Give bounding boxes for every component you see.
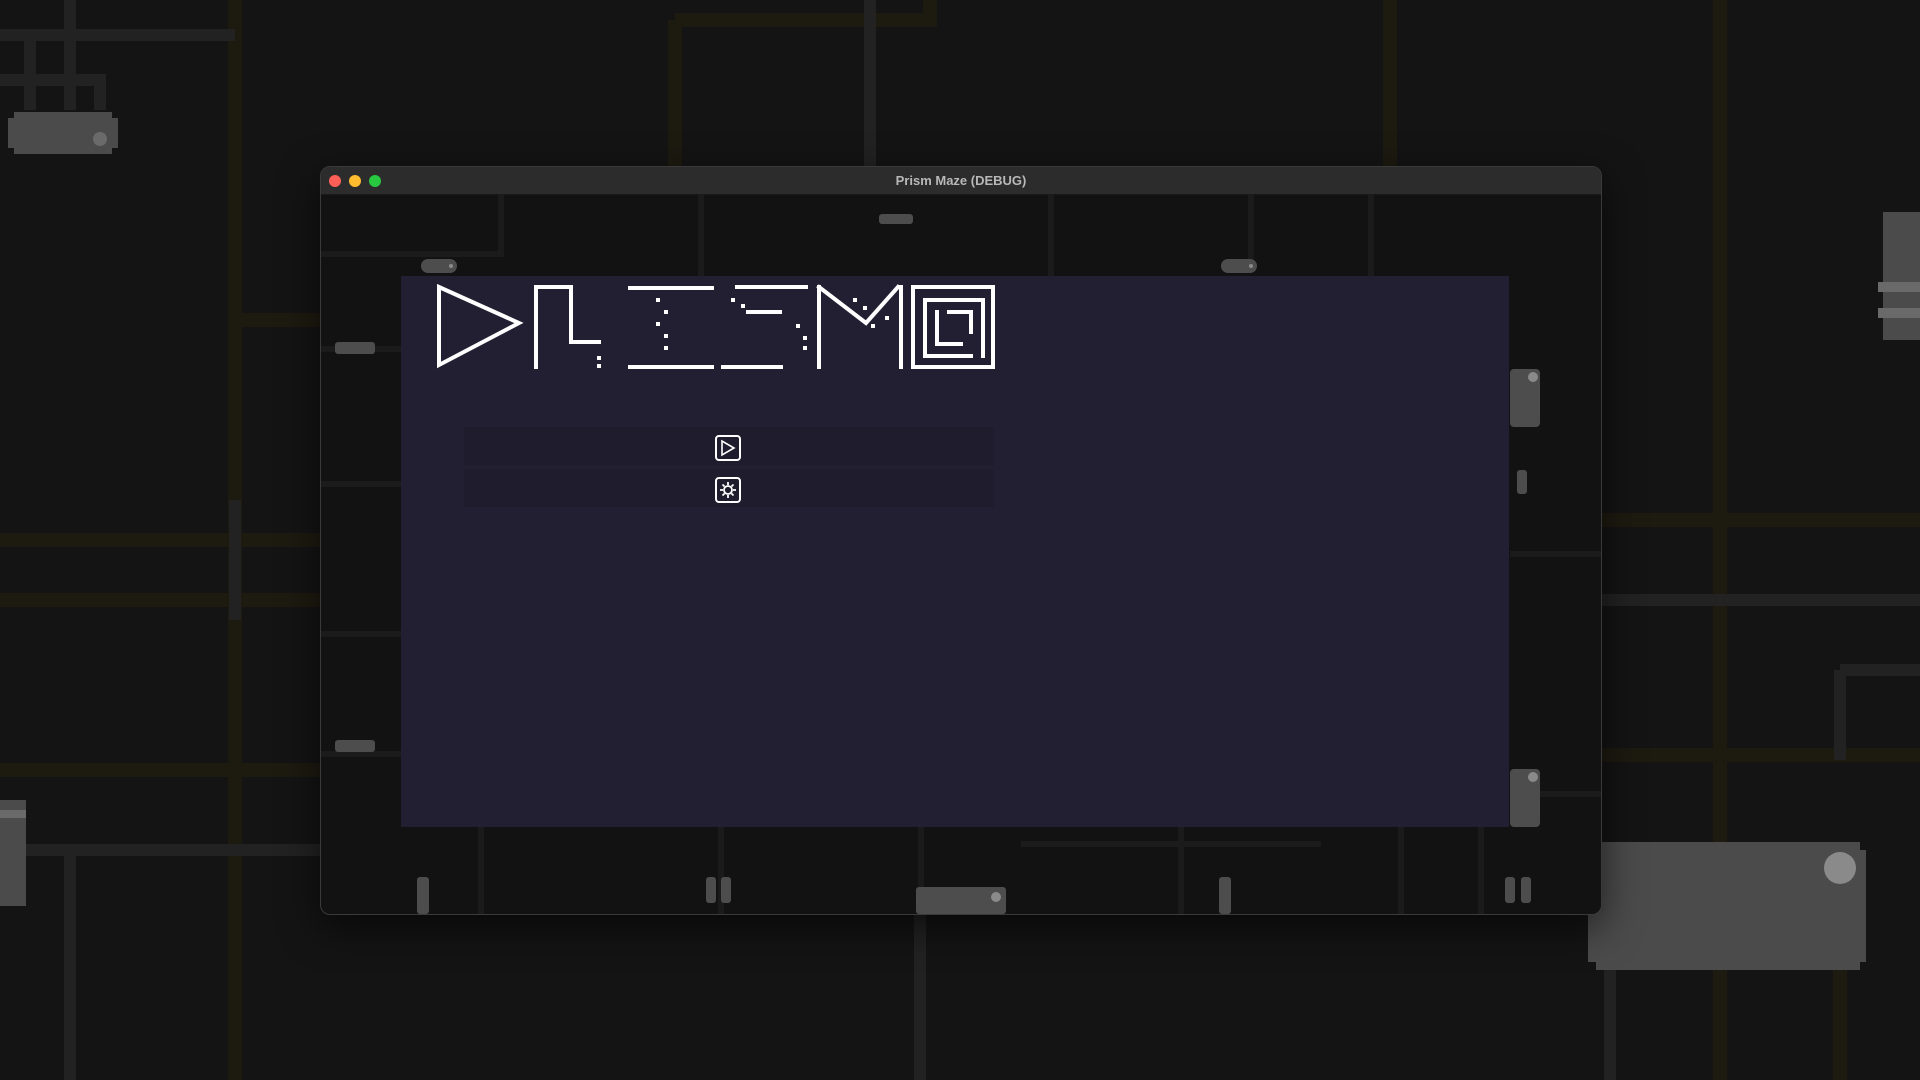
settings-button[interactable] <box>464 469 994 507</box>
main-menu-panel <box>401 276 1509 827</box>
prism-maze-logo <box>437 283 995 369</box>
window-title: Prism Maze (DEBUG) <box>895 173 1027 188</box>
play-button[interactable] <box>464 427 994 465</box>
title-bar[interactable]: Prism Maze (DEBUG) <box>321 167 1601 195</box>
play-triangle-icon <box>715 435 741 461</box>
gear-settings-icon <box>715 477 741 503</box>
